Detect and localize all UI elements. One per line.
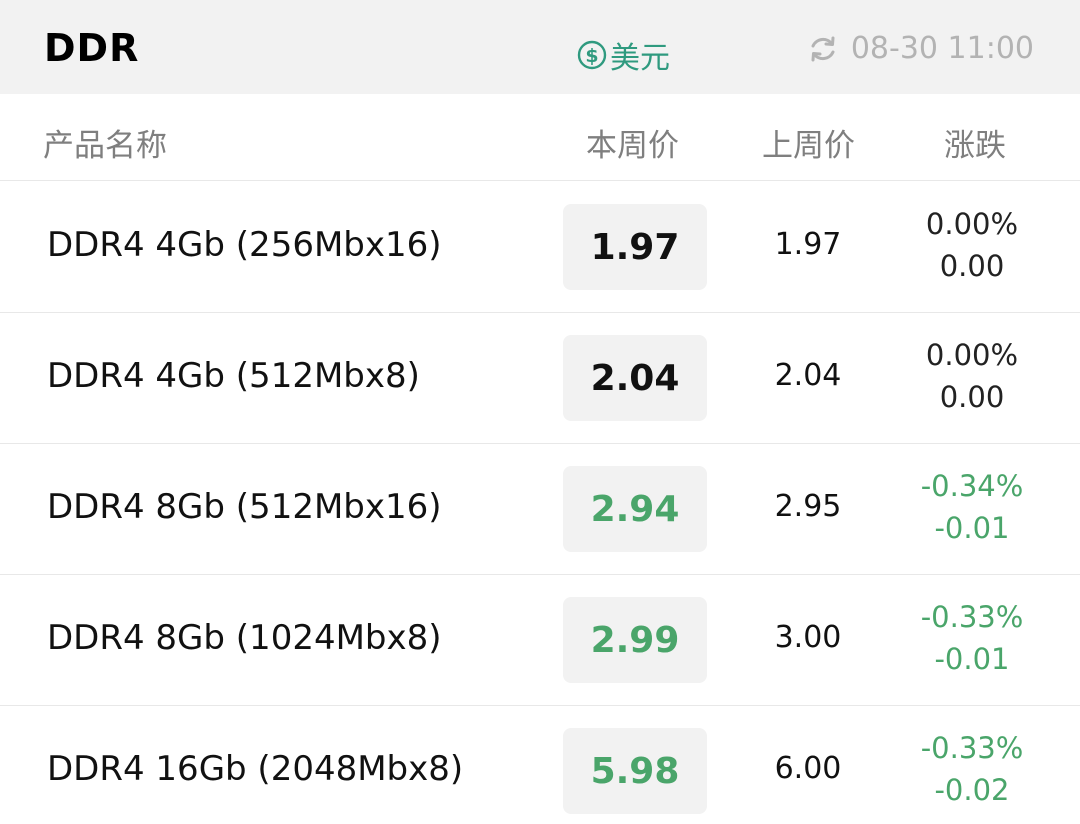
product-name: DDR4 8Gb (1024Mbx8) — [47, 618, 442, 658]
this-week-price: 5.98 — [563, 728, 707, 814]
change-percent: -0.33% — [920, 731, 1024, 765]
table-row[interactable]: DDR4 4Gb (512Mbx8) 2.04 2.04 0.00% 0.00 — [0, 312, 1080, 444]
currency-label: 美元 — [610, 41, 670, 76]
section-title: DDR — [44, 26, 140, 70]
price-change: 0.00% 0.00 — [902, 334, 1042, 418]
update-time: 08-30 11:00 — [850, 31, 1034, 66]
column-header-this-week: 本周价 — [586, 128, 679, 164]
table-row[interactable]: DDR4 8Gb (512Mbx16) 2.94 2.95 -0.34% -0.01 — [0, 443, 1080, 575]
table-row[interactable]: DDR4 8Gb (1024Mbx8) 2.99 3.00 -0.33% -0.01 — [0, 574, 1080, 706]
this-week-price: 1.97 — [563, 204, 707, 290]
price-change: -0.34% -0.01 — [902, 465, 1042, 549]
last-week-price: 2.04 — [774, 358, 842, 393]
dollar-circle-icon: $ — [577, 40, 607, 70]
this-week-price: 2.94 — [563, 466, 707, 552]
price-change: -0.33% -0.02 — [902, 727, 1042, 811]
refresh-control[interactable]: 08-30 11:00 — [807, 31, 1034, 66]
change-amount: 0.00 — [939, 380, 1005, 414]
change-amount: -0.01 — [934, 642, 1010, 676]
product-name: DDR4 4Gb (512Mbx8) — [47, 356, 420, 396]
last-week-price: 6.00 — [774, 751, 842, 786]
table-row[interactable]: DDR4 16Gb (2048Mbx8) 5.98 6.00 -0.33% -0.02 — [0, 705, 1080, 824]
section-header: DDR $ 美元 08-30 11:00 — [0, 0, 1080, 94]
last-week-price: 3.00 — [774, 620, 842, 655]
change-amount: -0.01 — [934, 511, 1010, 545]
change-amount: 0.00 — [939, 249, 1005, 283]
refresh-icon — [811, 36, 835, 61]
price-change: -0.33% -0.01 — [902, 596, 1042, 680]
change-percent: -0.33% — [920, 600, 1024, 634]
currency-selector[interactable]: $ 美元 — [577, 33, 670, 77]
this-week-price: 2.99 — [563, 597, 707, 683]
column-header-last-week: 上周价 — [762, 128, 855, 164]
svg-text:$: $ — [585, 45, 598, 67]
product-name: DDR4 16Gb (2048Mbx8) — [47, 749, 464, 789]
change-amount: -0.02 — [934, 773, 1010, 807]
table-row[interactable]: DDR4 4Gb (256Mbx16) 1.97 1.97 0.00% 0.00 — [0, 181, 1080, 313]
price-change: 0.00% 0.00 — [902, 203, 1042, 287]
change-percent: 0.00% — [925, 338, 1019, 372]
change-percent: -0.34% — [920, 469, 1024, 503]
column-header-change: 涨跌 — [944, 128, 1006, 164]
table-header: 产品名称 本周价 上周价 涨跌 — [0, 94, 1080, 181]
this-week-price: 2.04 — [563, 335, 707, 421]
last-week-price: 2.95 — [774, 489, 842, 524]
price-table-screen: DDR $ 美元 08-30 11:00 产品名称 本周价 上周价 涨跌 DDR… — [0, 0, 1080, 824]
last-week-price: 1.97 — [774, 227, 842, 262]
change-percent: 0.00% — [925, 207, 1019, 241]
product-name: DDR4 4Gb (256Mbx16) — [47, 225, 442, 265]
product-name: DDR4 8Gb (512Mbx16) — [47, 487, 442, 527]
column-header-name: 产品名称 — [43, 128, 167, 164]
